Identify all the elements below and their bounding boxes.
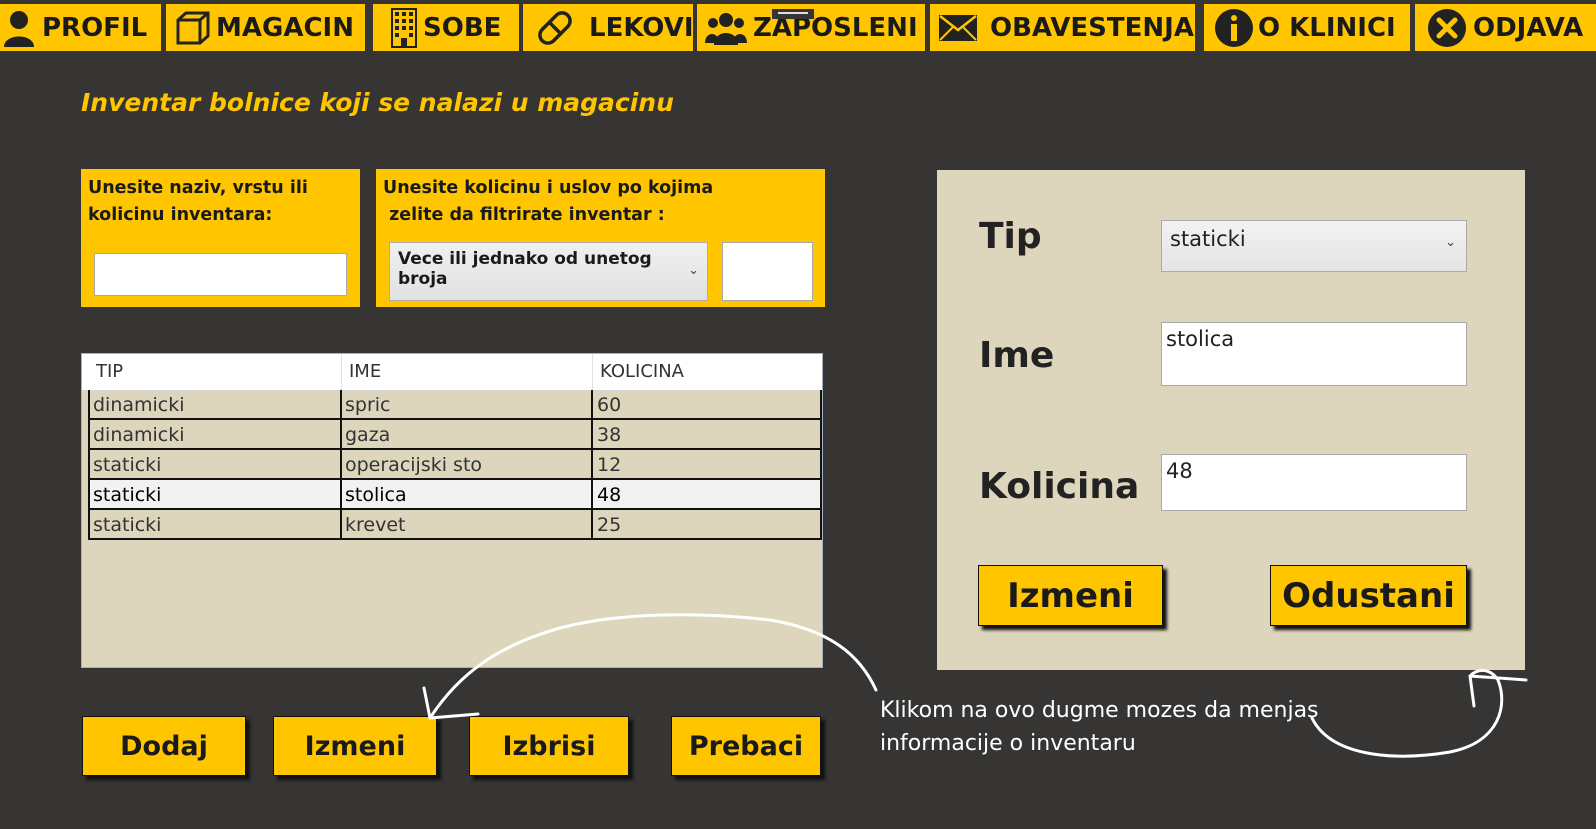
arrow-head-edit (422, 686, 480, 720)
nav-lekovi[interactable]: LEKOVI (523, 4, 694, 51)
grid-line (591, 390, 593, 540)
nav-label-profil: PROFIL (42, 12, 148, 43)
column-header-kolicina[interactable]: KOLICINA (593, 354, 822, 390)
table-row[interactable]: dinamicki gaza 38 (89, 420, 822, 450)
top-nav: PROFIL MAGACIN SOBE LEKOVI ZAPOSLENI OBA… (0, 0, 1596, 51)
cell-kolicina: 25 (597, 514, 622, 536)
table-row[interactable]: staticki operacijski sto 12 (89, 450, 822, 480)
cell-ime: spric (345, 394, 391, 416)
tip-select[interactable]: staticki ⌄ (1161, 220, 1467, 272)
nav-odjava[interactable]: ODJAVA (1415, 4, 1596, 51)
ime-input[interactable]: stolica (1161, 322, 1467, 386)
filter-quantity-input[interactable] (722, 242, 813, 301)
cell-tip: dinamicki (93, 424, 185, 446)
box-icon (174, 10, 210, 46)
cell-tip: dinamicki (93, 394, 185, 416)
nav-label-lekovi: LEKOVI (589, 12, 694, 43)
table-row[interactable]: staticki stolica 48 (89, 480, 822, 510)
arrow-head-form (1468, 674, 1528, 708)
envelope-icon (938, 14, 978, 42)
annotation-text: Klikom na ovo dugme mozes da menjas info… (880, 698, 1319, 756)
menu-handle-icon[interactable] (772, 4, 814, 19)
user-icon (2, 9, 36, 47)
cell-ime: stolica (345, 484, 407, 506)
filter-condition-value: Vece ili jednako od unetog broja (398, 249, 652, 289)
nav-sobe[interactable]: SOBE (373, 4, 519, 51)
cell-tip: staticki (93, 514, 162, 536)
chevron-down-icon: ⌄ (688, 263, 699, 278)
tip-label: Tip (979, 216, 1042, 257)
search-panel: Unesite naziv, vrstu ili kolicinu invent… (81, 169, 360, 307)
nav-profil[interactable]: PROFIL (0, 4, 161, 51)
nav-label-o-klinici: O KLINICI (1258, 12, 1396, 43)
table-header: TIP IME KOLICINA (82, 354, 822, 391)
inventory-table: TIP IME KOLICINA dinamicki spric 60 dina… (81, 353, 823, 668)
ime-label: Ime (979, 335, 1055, 376)
cell-ime: operacijski sto (345, 454, 483, 476)
cell-ime: gaza (345, 424, 391, 446)
cell-kolicina: 60 (597, 394, 622, 416)
users-icon (705, 11, 747, 45)
column-header-tip[interactable]: TIP (89, 354, 341, 390)
edit-button[interactable]: Izmeni (273, 716, 437, 776)
cancel-button[interactable]: Odustani (1270, 565, 1467, 626)
nav-label-magacin: MAGACIN (216, 12, 354, 43)
search-label: Unesite naziv, vrstu ili kolicinu invent… (88, 178, 308, 225)
nav-label-obavestenja: OBAVESTENJA (990, 12, 1194, 43)
info-icon (1214, 8, 1254, 48)
table-row[interactable]: staticki krevet 25 (89, 510, 822, 540)
kolicina-label: Kolicina (979, 466, 1140, 507)
nav-o-klinici[interactable]: O KLINICI (1204, 4, 1410, 51)
edit-form: Tip staticki ⌄ Ime stolica Kolicina 48 I… (937, 170, 1525, 670)
filter-condition-select[interactable]: Vece ili jednako od unetog broja ⌄ (389, 242, 708, 301)
cell-kolicina: 12 (597, 454, 622, 476)
grid-line (820, 390, 822, 540)
column-header-ime[interactable]: IME (342, 354, 592, 390)
nav-magacin[interactable]: MAGACIN (166, 4, 365, 51)
delete-button[interactable]: Izbrisi (469, 716, 629, 776)
chevron-down-icon: ⌄ (1445, 235, 1456, 250)
nav-obavestenja[interactable]: OBAVESTENJA (930, 4, 1195, 51)
table-row[interactable]: dinamicki spric 60 (89, 390, 822, 420)
filter-label: Unesite kolicinu i uslov po kojima zelit… (383, 178, 714, 225)
close-circle-icon (1427, 8, 1467, 48)
cell-kolicina: 48 (597, 484, 622, 506)
move-button[interactable]: Prebaci (671, 716, 821, 776)
nav-label-odjava: ODJAVA (1473, 12, 1584, 43)
cell-ime: krevet (345, 514, 406, 536)
cell-tip: staticki (93, 454, 162, 476)
grid-line (340, 390, 342, 540)
pill-icon (535, 8, 575, 48)
arrow-to-form (1310, 669, 1504, 758)
nav-label-sobe: SOBE (423, 12, 502, 43)
tip-select-value: staticki (1170, 227, 1246, 251)
save-button[interactable]: Izmeni (978, 565, 1163, 626)
building-icon (391, 7, 417, 48)
search-input[interactable] (94, 253, 347, 296)
page-title: Inventar bolnice koji se nalazi u magaci… (81, 88, 674, 117)
cell-kolicina: 38 (597, 424, 622, 446)
kolicina-input[interactable]: 48 (1161, 454, 1467, 511)
filter-panel: Unesite kolicinu i uslov po kojima zelit… (376, 169, 825, 307)
cell-tip: staticki (93, 484, 162, 506)
grid-line (88, 390, 90, 540)
add-button[interactable]: Dodaj (82, 716, 246, 776)
